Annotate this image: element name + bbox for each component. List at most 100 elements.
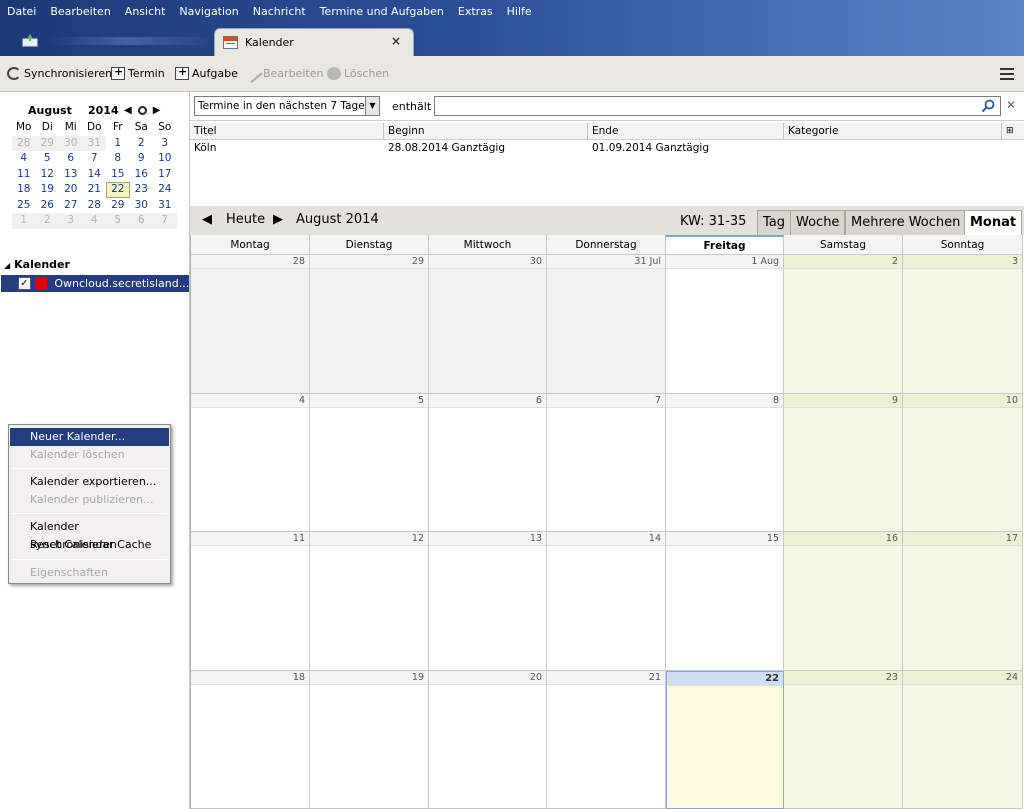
- menu-export-calendar[interactable]: Kalender exportieren...: [10, 473, 169, 491]
- mini-calendar-day[interactable]: 29: [106, 198, 130, 214]
- day-cell[interactable]: 2: [784, 255, 903, 394]
- menu-ansicht[interactable]: Ansicht: [118, 2, 173, 22]
- day-cell[interactable]: 10: [903, 393, 1023, 532]
- prev-period-icon[interactable]: ◀: [202, 212, 212, 227]
- day-cell[interactable]: 7: [547, 393, 666, 532]
- delete-button[interactable]: Löschen: [327, 67, 389, 80]
- mini-calendar-day[interactable]: 29: [35, 135, 59, 151]
- day-cell[interactable]: 8: [666, 393, 784, 532]
- day-cell[interactable]: 12: [310, 532, 429, 671]
- column-end[interactable]: Ende: [588, 123, 784, 140]
- next-period-icon[interactable]: ▶: [273, 212, 283, 227]
- day-cell[interactable]: 17: [903, 532, 1023, 671]
- menu-navigation[interactable]: Navigation: [172, 2, 245, 22]
- mini-calendar-day[interactable]: 5: [106, 213, 130, 229]
- day-cell[interactable]: 11: [191, 532, 310, 671]
- day-cell[interactable]: 20: [429, 670, 547, 809]
- calendar-item[interactable]: ✓ Owncloud.secretisland....: [1, 275, 189, 292]
- mini-calendar-day[interactable]: 25: [12, 198, 36, 214]
- mini-calendar-day[interactable]: 28: [12, 135, 36, 151]
- menu-hilfe[interactable]: Hilfe: [500, 2, 539, 22]
- day-cell[interactable]: 24: [903, 670, 1023, 809]
- day-cell[interactable]: 13: [429, 532, 547, 671]
- mini-calendar-day[interactable]: 30: [130, 198, 154, 214]
- calendar-checkbox[interactable]: ✓: [18, 277, 31, 290]
- mini-calendar-year[interactable]: 2014: [88, 104, 119, 117]
- mini-calendar-day[interactable]: 7: [153, 213, 177, 229]
- mini-calendar-day[interactable]: 5: [36, 151, 60, 167]
- tab-day[interactable]: Tag: [757, 210, 792, 235]
- menu-delete-calendar[interactable]: Kalender löschen: [10, 446, 169, 464]
- mini-calendar-day[interactable]: 8: [106, 151, 130, 167]
- column-start[interactable]: Beginn: [384, 123, 588, 140]
- mini-calendar-day[interactable]: 27: [59, 198, 83, 214]
- mini-calendar-day[interactable]: 31: [153, 198, 177, 214]
- mini-calendar-day[interactable]: 10: [153, 151, 177, 167]
- mini-calendar-day[interactable]: 12: [36, 167, 60, 183]
- day-cell[interactable]: 1 Aug: [666, 255, 784, 394]
- day-cell[interactable]: 23: [784, 670, 903, 809]
- mini-calendar-day[interactable]: 9: [130, 151, 154, 167]
- mini-calendar-day[interactable]: 26: [36, 198, 60, 214]
- mini-calendar-day[interactable]: 7: [83, 151, 107, 167]
- day-cell[interactable]: 18: [191, 670, 310, 809]
- menu-extras[interactable]: Extras: [451, 2, 500, 22]
- edit-button[interactable]: Bearbeiten: [243, 64, 323, 83]
- new-task-button[interactable]: Aufgabe: [175, 65, 238, 80]
- menu-sync-calendar[interactable]: Kalender synchronisieren: [10, 518, 169, 551]
- mini-calendar-month[interactable]: August: [28, 104, 86, 117]
- mini-calendar-day[interactable]: 6: [129, 213, 153, 229]
- menu-properties[interactable]: Eigenschaften: [10, 564, 169, 582]
- day-cell[interactable]: 30: [429, 255, 547, 394]
- day-cell[interactable]: 3: [903, 255, 1023, 394]
- mini-calendar-day[interactable]: 13: [59, 167, 83, 183]
- mini-calendar-day[interactable]: 4: [82, 213, 106, 229]
- app-menu-icon[interactable]: [1000, 68, 1014, 80]
- mini-calendar-day[interactable]: 30: [59, 135, 83, 151]
- menu-new-calendar[interactable]: Neuer Kalender...: [10, 428, 169, 446]
- day-cell[interactable]: 15: [666, 532, 784, 671]
- mini-calendar-day[interactable]: 3: [153, 136, 177, 152]
- mini-calendar-day[interactable]: 24: [153, 182, 177, 198]
- menu-reset-cache[interactable]: Reset Calendar Cache: [10, 536, 169, 554]
- sync-button[interactable]: Synchronisieren: [7, 67, 112, 80]
- day-cell[interactable]: 9: [784, 393, 903, 532]
- today-circle-icon[interactable]: [137, 105, 147, 115]
- tab-month[interactable]: Monat: [964, 210, 1023, 236]
- mini-calendar-day[interactable]: 4: [12, 151, 36, 167]
- day-cell[interactable]: 19: [310, 670, 429, 809]
- menu-datei[interactable]: Datei: [0, 2, 43, 22]
- calendar-list-header[interactable]: ◢ Kalender: [4, 258, 70, 271]
- day-cell[interactable]: 5: [310, 393, 429, 532]
- day-cell[interactable]: 14: [547, 532, 666, 671]
- mini-calendar-day[interactable]: 2: [35, 213, 59, 229]
- mini-calendar-day[interactable]: 22: [106, 182, 130, 198]
- tab-kalender[interactable]: Kalender ×: [214, 28, 414, 56]
- today-button[interactable]: Heute: [226, 212, 265, 227]
- mini-calendar-day[interactable]: 1: [106, 136, 130, 152]
- collapse-triangle-icon[interactable]: ◢: [4, 261, 10, 270]
- day-cell[interactable]: 29: [310, 255, 429, 394]
- mini-calendar-day[interactable]: 2: [130, 136, 154, 152]
- mini-calendar-day[interactable]: 3: [59, 213, 83, 229]
- column-title[interactable]: Titel: [190, 123, 384, 140]
- search-icon[interactable]: [981, 99, 995, 113]
- menu-nachricht[interactable]: Nachricht: [246, 2, 313, 22]
- tab-close-icon[interactable]: ×: [391, 34, 401, 48]
- filter-close-icon[interactable]: ✕: [1006, 98, 1016, 112]
- day-cell[interactable]: 4: [191, 393, 310, 532]
- day-cell[interactable]: 21: [547, 670, 666, 809]
- tab-mail[interactable]: [0, 28, 214, 54]
- filter-select[interactable]: Termine in den nächsten 7 Tagen ▼: [194, 96, 380, 116]
- menu-publish-calendar[interactable]: Kalender publizieren...: [10, 491, 169, 509]
- mini-calendar-day[interactable]: 31: [82, 135, 106, 151]
- tab-multiweek[interactable]: Mehrere Wochen: [845, 210, 967, 235]
- mini-calendar-day[interactable]: 6: [59, 151, 83, 167]
- mini-calendar-day[interactable]: 14: [83, 167, 107, 183]
- mini-calendar-day[interactable]: 16: [130, 167, 154, 183]
- mini-calendar-day[interactable]: 28: [83, 198, 107, 214]
- mini-calendar-day[interactable]: 18: [12, 182, 36, 198]
- mini-calendar-day[interactable]: 11: [12, 167, 36, 183]
- day-cell[interactable]: 16: [784, 532, 903, 671]
- mini-calendar-day[interactable]: 15: [106, 167, 130, 183]
